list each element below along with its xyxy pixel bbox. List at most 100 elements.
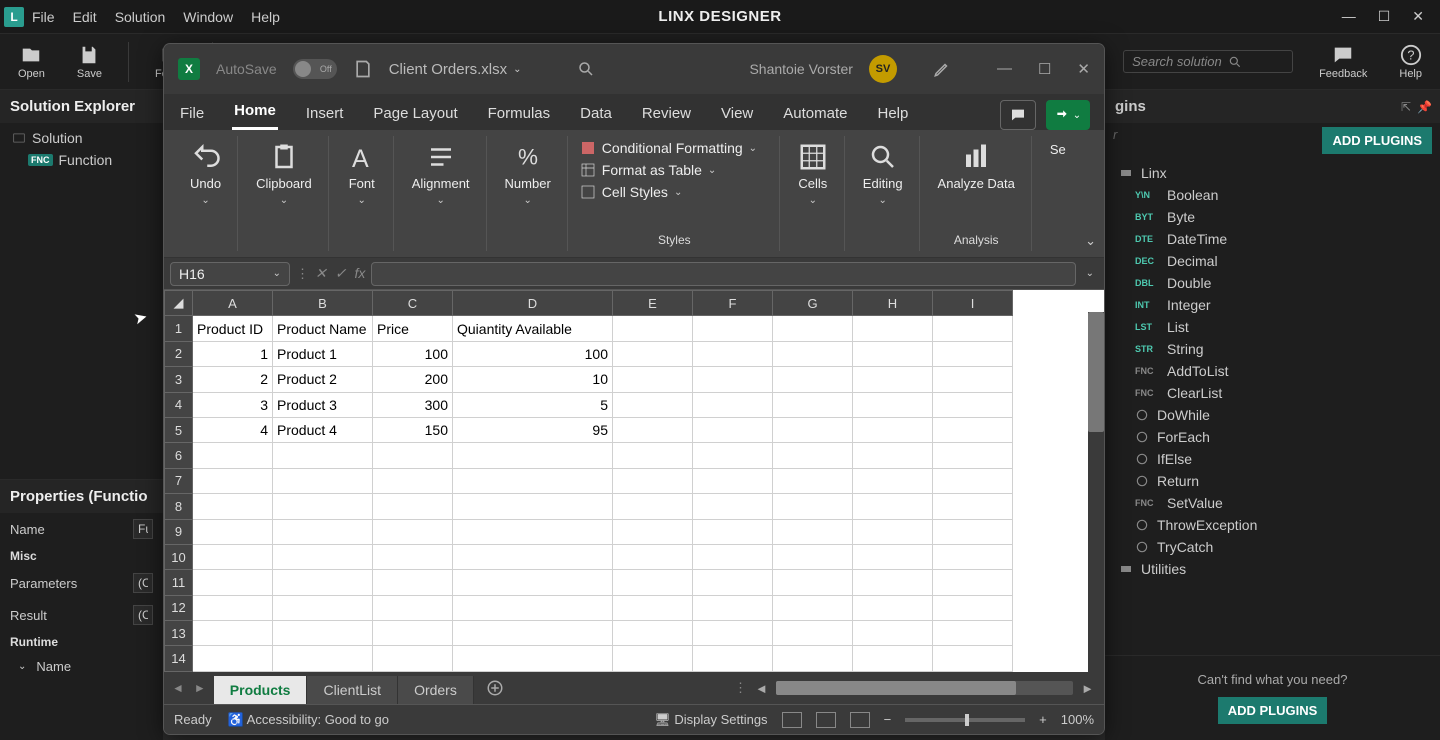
row-header-6[interactable]: 6 <box>165 443 193 468</box>
cell-styles-button[interactable]: Cell Styles ⌄ <box>580 184 683 200</box>
cell-C13[interactable] <box>373 621 453 646</box>
cell-A14[interactable] <box>193 646 273 672</box>
cell-B6[interactable] <box>273 443 373 468</box>
cell-E1[interactable] <box>613 316 693 341</box>
cell-H8[interactable] <box>853 494 933 519</box>
cell-D4[interactable]: 5 <box>453 392 613 417</box>
cell-A10[interactable] <box>193 544 273 569</box>
cell-F1[interactable] <box>693 316 773 341</box>
row-header-8[interactable]: 8 <box>165 494 193 519</box>
cell-I6[interactable] <box>933 443 1013 468</box>
cell-G10[interactable] <box>773 544 853 569</box>
cell-C12[interactable] <box>373 595 453 620</box>
menu-edit[interactable]: Edit <box>73 9 97 25</box>
avatar[interactable]: SV <box>869 55 897 83</box>
zoom-slider[interactable] <box>905 718 1025 722</box>
row-header-9[interactable]: 9 <box>165 519 193 544</box>
cell-H11[interactable] <box>853 570 933 595</box>
prev-sheet-icon[interactable]: ◄ <box>172 681 184 695</box>
tab-automate[interactable]: Automate <box>781 99 849 130</box>
cell-G3[interactable] <box>773 367 853 392</box>
row-header-11[interactable]: 11 <box>165 570 193 595</box>
tab-data[interactable]: Data <box>578 99 614 130</box>
cell-E3[interactable] <box>613 367 693 392</box>
cell-G6[interactable] <box>773 443 853 468</box>
plugin-item-throwexception[interactable]: ThrowException <box>1105 514 1440 536</box>
col-header-D[interactable]: D <box>453 291 613 316</box>
cell-D11[interactable] <box>453 570 613 595</box>
cell-A6[interactable] <box>193 443 273 468</box>
cell-A7[interactable] <box>193 468 273 493</box>
excel-search-icon[interactable] <box>577 60 595 78</box>
plugin-item-byte[interactable]: BYTByte <box>1105 206 1440 228</box>
cell-H7[interactable] <box>853 468 933 493</box>
undo-button[interactable]: Undo⌄ <box>184 140 227 208</box>
cell-H1[interactable] <box>853 316 933 341</box>
cell-B11[interactable] <box>273 570 373 595</box>
cell-F11[interactable] <box>693 570 773 595</box>
cell-C1[interactable]: Price <box>373 316 453 341</box>
cell-B4[interactable]: Product 3 <box>273 392 373 417</box>
row-header-1[interactable]: 1 <box>165 316 193 341</box>
cell-D12[interactable] <box>453 595 613 620</box>
cell-B9[interactable] <box>273 519 373 544</box>
cell-I5[interactable] <box>933 417 1013 442</box>
cell-D8[interactable] <box>453 494 613 519</box>
cell-F6[interactable] <box>693 443 773 468</box>
cell-E8[interactable] <box>613 494 693 519</box>
plugin-item-boolean[interactable]: Y\NBoolean <box>1105 184 1440 206</box>
cell-I3[interactable] <box>933 367 1013 392</box>
cell-F8[interactable] <box>693 494 773 519</box>
menu-help[interactable]: Help <box>251 9 280 25</box>
cell-H13[interactable] <box>853 621 933 646</box>
zoom-out-icon[interactable]: − <box>884 712 892 727</box>
row-header-2[interactable]: 2 <box>165 341 193 366</box>
autosave-toggle[interactable]: Off <box>293 59 337 79</box>
plugin-utilities-root[interactable]: Utilities <box>1105 558 1440 580</box>
tab-home[interactable]: Home <box>232 96 278 130</box>
plugin-item-datetime[interactable]: DTEDateTime <box>1105 228 1440 250</box>
cell-E9[interactable] <box>613 519 693 544</box>
tab-page-layout[interactable]: Page Layout <box>371 99 459 130</box>
tab-help[interactable]: Help <box>875 99 910 130</box>
cell-D14[interactable] <box>453 646 613 672</box>
minimize-icon[interactable]: ― <box>1342 8 1356 25</box>
cell-C9[interactable] <box>373 519 453 544</box>
add-plugins-button-bottom[interactable]: ADD PLUGINS <box>1218 697 1328 724</box>
col-header-H[interactable]: H <box>853 291 933 316</box>
fx-icon[interactable]: fx <box>354 265 365 282</box>
cell-G5[interactable] <box>773 417 853 442</box>
filename[interactable]: Client Orders.xlsx ⌄ <box>389 61 522 78</box>
cell-E7[interactable] <box>613 468 693 493</box>
cell-D3[interactable]: 10 <box>453 367 613 392</box>
draw-icon[interactable] <box>933 60 951 78</box>
cell-A11[interactable] <box>193 570 273 595</box>
cell-A9[interactable] <box>193 519 273 544</box>
plugin-item-ifelse[interactable]: IfElse <box>1105 448 1440 470</box>
plugin-item-addtolist[interactable]: FNCAddToList <box>1105 360 1440 382</box>
add-sheet-button[interactable] <box>474 672 516 704</box>
cell-C11[interactable] <box>373 570 453 595</box>
maximize-icon[interactable]: ☐ <box>1378 8 1391 25</box>
cell-H4[interactable] <box>853 392 933 417</box>
col-header-F[interactable]: F <box>693 291 773 316</box>
open-button[interactable]: Open <box>12 44 51 80</box>
cell-C14[interactable] <box>373 646 453 672</box>
cell-E5[interactable] <box>613 417 693 442</box>
next-sheet-icon[interactable]: ► <box>194 681 206 695</box>
cell-H5[interactable] <box>853 417 933 442</box>
cell-G12[interactable] <box>773 595 853 620</box>
hscroll-left-icon[interactable]: ◄ <box>755 681 768 696</box>
ribbon-collapse-icon[interactable]: ⌄ <box>1085 233 1096 249</box>
row-header-14[interactable]: 14 <box>165 646 193 672</box>
prop-result-input[interactable] <box>133 605 153 625</box>
plugin-filter[interactable]: r <box>1113 127 1322 154</box>
row-header-10[interactable]: 10 <box>165 544 193 569</box>
cell-I11[interactable] <box>933 570 1013 595</box>
cell-A8[interactable] <box>193 494 273 519</box>
alignment-button[interactable]: Alignment⌄ <box>406 140 476 208</box>
cell-F12[interactable] <box>693 595 773 620</box>
cell-F2[interactable] <box>693 341 773 366</box>
cell-I13[interactable] <box>933 621 1013 646</box>
format-as-table-button[interactable]: Format as Table ⌄ <box>580 162 717 178</box>
